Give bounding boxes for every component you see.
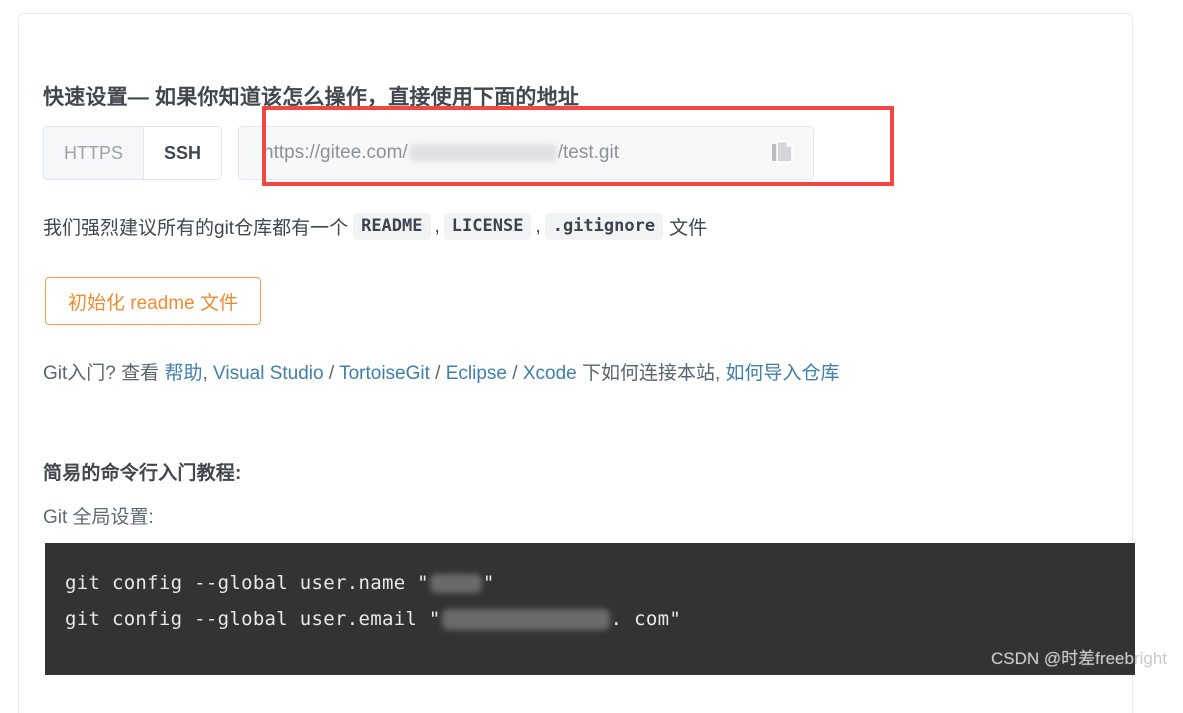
code-line-user-email: git config --global user.email " . com" <box>65 601 1135 637</box>
recommend-separator-2: , <box>535 215 541 237</box>
clone-url-prefix: https://gitee.com/ <box>263 142 408 163</box>
code-useremail-prefix: git config --global user.email " <box>65 608 441 630</box>
recommend-suffix: 文件 <box>669 218 708 239</box>
protocol-tab-https[interactable]: HTTPS <box>44 127 143 179</box>
init-readme-button[interactable]: 初始化 readme 文件 <box>45 277 261 325</box>
code-username-prefix: git config --global user.name " <box>65 572 429 594</box>
git-intro-mid-text: 下如何连接本站, <box>581 363 721 384</box>
chip-gitignore: .gitignore <box>544 213 664 240</box>
chip-readme: README <box>353 213 431 240</box>
copy-icon <box>772 140 793 163</box>
tool-sep-3: / <box>512 363 518 384</box>
copy-url-button[interactable] <box>755 128 811 178</box>
chip-license: LICENSE <box>443 213 532 240</box>
recommend-separator-1: , <box>434 215 440 237</box>
import-repo-link[interactable]: 如何导入仓库 <box>726 363 840 384</box>
clone-url-input[interactable]: https://gitee.com/ /test.git <box>263 142 755 164</box>
code-username-suffix: " <box>482 572 495 594</box>
clone-url-field-wrapper[interactable]: https://gitee.com/ /test.git <box>238 126 815 180</box>
xcode-link[interactable]: Xcode <box>523 363 577 384</box>
code-line-user-name: git config --global user.name " " <box>65 565 1135 601</box>
redacted-user-email <box>441 609 610 630</box>
eclipse-link[interactable]: Eclipse <box>446 363 507 384</box>
tortoisegit-link[interactable]: TortoiseGit <box>339 363 430 384</box>
csdn-watermark: CSDN @时差freebright <box>991 649 1167 668</box>
help-link[interactable]: 帮助 <box>164 363 202 384</box>
redacted-user-name <box>429 574 482 593</box>
cli-tutorial-heading: 简易的命令行入门教程: <box>43 462 242 484</box>
recommend-prefix: 我们强烈建议所有的git仓库都有一个 <box>43 218 349 239</box>
git-intro-view-label: 查看 <box>121 363 160 384</box>
quick-setup-heading: 快速设置— 如果你知道该怎么操作，直接使用下面的地址 <box>43 86 580 110</box>
git-intro-lead: Git入门? <box>43 363 116 384</box>
global-config-code-block: git config --global user.name " " git con… <box>45 543 1135 675</box>
clone-url-row: HTTPS SSH https://gitee.com/ /test.git <box>43 126 815 180</box>
clone-url-suffix: /test.git <box>557 142 619 163</box>
git-intro-comma: , <box>202 363 208 384</box>
protocol-tab-ssh[interactable]: SSH <box>143 127 222 179</box>
tool-sep-1: / <box>328 363 335 384</box>
git-intro-line: Git入门? 查看 帮助, Visual Studio / TortoiseGi… <box>43 358 840 385</box>
readme-recommend-line: 我们强烈建议所有的git仓库都有一个 README , LICENSE , .g… <box>43 213 707 240</box>
global-config-label: Git 全局设置: <box>43 507 154 528</box>
clone-url-redacted-owner <box>408 143 557 162</box>
protocol-tab-group[interactable]: HTTPS SSH <box>43 126 223 180</box>
tool-sep-2: / <box>435 363 441 384</box>
code-useremail-suffix: . com" <box>610 608 682 630</box>
visual-studio-link[interactable]: Visual Studio <box>213 363 324 384</box>
